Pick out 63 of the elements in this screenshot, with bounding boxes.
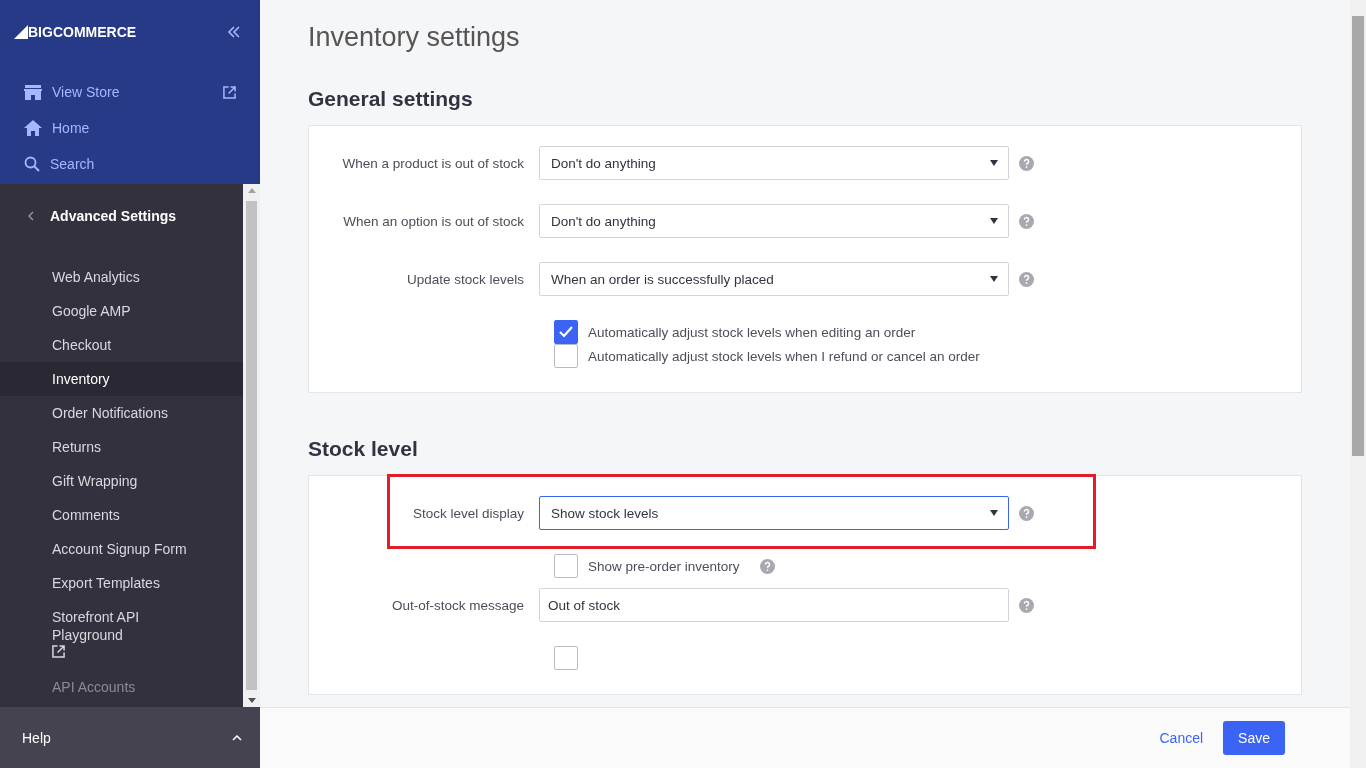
scroll-up-icon[interactable] bbox=[247, 188, 256, 193]
checkbox-label: Automatically adjust stock levels when editing an order bbox=[588, 324, 916, 340]
dropdown[interactable]: Don't do anything bbox=[539, 146, 1009, 180]
chevron-icon bbox=[232, 734, 242, 741]
checkbox-label: Automatically adjust stock levels when I refund or cancel an order bbox=[588, 348, 980, 364]
section-title: Advanced Settings bbox=[50, 208, 177, 224]
dropdown[interactable]: Show stock levels bbox=[539, 496, 1009, 530]
save-button[interactable]: Save bbox=[1223, 721, 1285, 755]
section-heading: Stock level bbox=[308, 437, 419, 461]
store-icon bbox=[24, 84, 42, 100]
field-label: Stock level display bbox=[411, 505, 525, 521]
help-icon[interactable] bbox=[1019, 271, 1034, 287]
home-icon bbox=[24, 120, 42, 136]
sidebar-item[interactable]: Export Templates bbox=[0, 566, 243, 600]
field-label: When a product is out of stock bbox=[341, 155, 525, 171]
sidebar-item[interactable]: Comments bbox=[0, 498, 243, 532]
checkbox[interactable] bbox=[554, 554, 578, 578]
sidebar-item[interactable]: Google AMP bbox=[0, 294, 243, 328]
page-title: Inventory settings bbox=[308, 22, 521, 53]
search-icon bbox=[24, 156, 40, 172]
help-icon[interactable] bbox=[1019, 213, 1034, 229]
sidebar-item[interactable]: Web Analytics bbox=[0, 260, 243, 294]
sidebar-item[interactable]: Inventory bbox=[0, 362, 243, 396]
nav-link[interactable]: Search bbox=[0, 146, 260, 182]
nav-link[interactable]: Home bbox=[0, 110, 260, 146]
sidebar-item[interactable]: Storefront API Playground bbox=[0, 600, 243, 670]
check-icon bbox=[559, 326, 573, 338]
sidebar-item[interactable]: Gift Wrapping bbox=[0, 464, 243, 498]
caret-icon bbox=[990, 510, 998, 516]
section-heading: General settings bbox=[308, 87, 474, 111]
collapse-icon[interactable] bbox=[228, 26, 240, 38]
sidebar-item[interactable]: Order Notifications bbox=[0, 396, 243, 430]
checkbox[interactable] bbox=[554, 320, 578, 344]
help-icon[interactable] bbox=[1019, 597, 1034, 613]
input-field[interactable]: Out of stock bbox=[539, 588, 1009, 622]
scrollbar-thumb[interactable] bbox=[1352, 16, 1364, 456]
field-label: Out-of-stock message bbox=[390, 597, 525, 613]
back-icon[interactable] bbox=[28, 211, 34, 221]
dropdown[interactable]: When an order is successfully placed bbox=[539, 262, 1009, 296]
scrollbar-thumb[interactable] bbox=[246, 201, 257, 690]
sidebar-item[interactable]: Returns bbox=[0, 430, 243, 464]
sidebar-item[interactable]: Checkout bbox=[0, 328, 243, 362]
help-icon[interactable] bbox=[759, 558, 775, 574]
external-link-icon[interactable] bbox=[223, 85, 236, 99]
scroll-down-icon[interactable] bbox=[247, 698, 256, 703]
checkbox[interactable] bbox=[554, 646, 578, 670]
checkbox[interactable] bbox=[554, 344, 578, 368]
sidebar-item[interactable]: Account Signup Form bbox=[0, 532, 243, 566]
logo-icon bbox=[14, 25, 28, 39]
caret-icon bbox=[990, 160, 998, 166]
logo[interactable]: BIGCOMMERCE bbox=[14, 24, 137, 40]
caret-icon bbox=[990, 276, 998, 282]
caret-icon bbox=[990, 218, 998, 224]
help-menu[interactable]: Help bbox=[0, 707, 260, 768]
help-icon[interactable] bbox=[1019, 505, 1034, 521]
field-label: Update stock levels bbox=[405, 271, 525, 287]
nav-link[interactable]: View Store bbox=[0, 74, 260, 110]
dropdown[interactable]: Don't do anything bbox=[539, 204, 1009, 238]
help-icon[interactable] bbox=[1019, 155, 1034, 171]
field-label: When an option is out of stock bbox=[342, 213, 525, 229]
cancel-link[interactable]: Cancel bbox=[1159, 730, 1204, 746]
external-link-icon[interactable] bbox=[52, 645, 65, 658]
checkbox-label: Show pre-order inventory bbox=[588, 558, 740, 574]
